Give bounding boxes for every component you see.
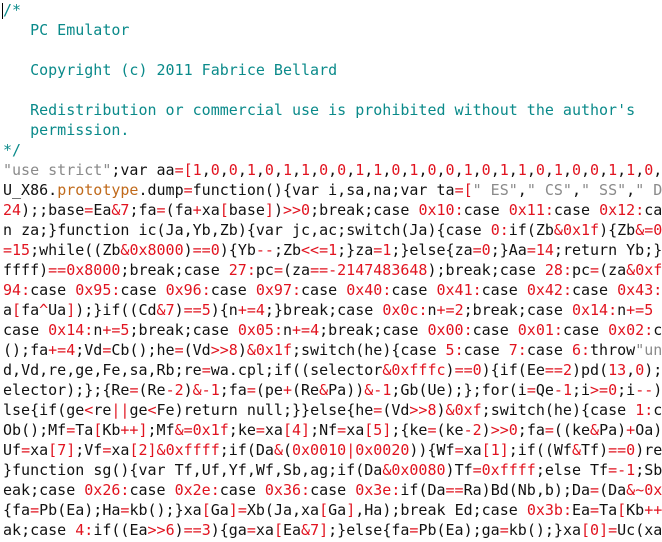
comment-line: Redistribution or commercial use is proh… bbox=[3, 101, 636, 119]
code-line: n za;}function ic(Ja,Yb,Zb){var jc,ac;sw… bbox=[3, 221, 662, 239]
code-line: case 0x14:n+=5;break;case 0x05:n+=4;brea… bbox=[3, 321, 662, 339]
comment-line bbox=[3, 80, 662, 100]
code-editor[interactable]: /* PC Emulator Copyright (c) 2011 Fabric… bbox=[0, 0, 662, 542]
code-line: ();fa+=4;Vd=Cb();he=(Vd>>8)&0x1f;switch(… bbox=[3, 341, 662, 359]
comment-line: permission. bbox=[3, 121, 130, 139]
code-line: Ob();Mf=Ta[Kb++];Mf&=0x1f;ke=xa[4];Nf=xa… bbox=[3, 421, 662, 439]
code-line: }function sg(){var Tf,Uf,Yf,Wf,Sb,ag;if(… bbox=[3, 461, 662, 479]
comment-line: Copyright (c) 2011 Fabrice Bellard bbox=[3, 61, 338, 79]
code-line: eak;case 0x26:case 0x2e:case 0x36:case 0… bbox=[3, 481, 662, 499]
code-line: {fa=Pb(Ea);Ha=kb();}xa[Ga]=Xb(Ja,xa[Ga],… bbox=[3, 501, 662, 519]
code-line: ak;case 4:if((Ea>>6)==3){ga=xa[Ea&7];}el… bbox=[3, 521, 662, 539]
comment-line: */ bbox=[3, 141, 22, 159]
code-line: 94:case 0x95:case 0x96:case 0x97:case 0x… bbox=[3, 281, 662, 299]
code-line: lse{if(ge<re||ge<Fe)return null;}}else{h… bbox=[3, 401, 662, 419]
code-line: =15;while((Zb&0x8000)==0){Yb--;Zb<<=1;}z… bbox=[3, 241, 662, 259]
code-line: elector);};{Re=(Re-2)&-1;fa=(pe+(Re&Pa))… bbox=[3, 381, 662, 399]
comment-line: /* bbox=[3, 1, 22, 19]
comment-line: PC Emulator bbox=[3, 21, 130, 39]
code-lines: /* PC Emulator Copyright (c) 2011 Fabric… bbox=[3, 0, 662, 540]
code-line: a[fa^Ua]);}if((Cd&7)==5){n+=4;}break;cas… bbox=[3, 301, 654, 319]
code-line: 24);;base=Ea&7;fa=(fa+xa[base])>>0;break… bbox=[3, 201, 662, 219]
code-line: ffff)==0x8000;break;case 27:pc=(za==-214… bbox=[3, 261, 662, 279]
comment-line bbox=[3, 40, 662, 60]
code-line: d,Vd,re,ge,Fe,sa,Rb;re=wa.cpl;if((select… bbox=[3, 361, 662, 379]
code-line: "use strict";var aa=[1,0,0,1,0,1,1,0,0,1… bbox=[3, 161, 662, 179]
code-line: U_X86.prototype.dump=function(){var i,sa… bbox=[3, 181, 662, 199]
code-line: Uf=xa[7];Vf=xa[2]&0xffff;if(Da&(0x0010|0… bbox=[3, 441, 662, 459]
